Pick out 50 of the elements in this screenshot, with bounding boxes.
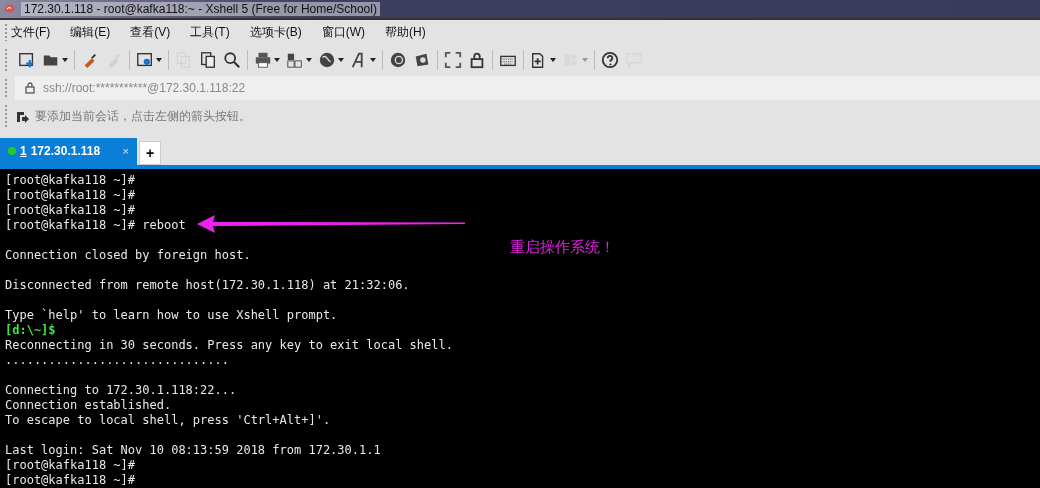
- caret-icon: [306, 58, 312, 63]
- tab-label: 172.30.1.118: [30, 144, 101, 159]
- menu-item[interactable]: 窗口(W): [321, 24, 365, 42]
- terminal-line: Type `help' to learn how to use Xshell prompt.: [5, 308, 338, 323]
- caret-icon: [62, 58, 68, 63]
- lock-icon: [25, 81, 35, 94]
- caret-icon: [338, 58, 344, 63]
- terminal-line: To escape to local shell, press 'Ctrl+Alt+]'.: [5, 413, 331, 428]
- terminal-line: Connection closed by foreign host.: [5, 248, 251, 263]
- terminal-line: [root@kafka118 ~]#: [5, 473, 136, 488]
- local-prompt: [d:\~]$: [5, 323, 56, 338]
- new-icon: [18, 51, 36, 70]
- print-icon: [254, 51, 272, 70]
- find-icon: [223, 51, 241, 70]
- shell-logo-icon: [3, 2, 16, 16]
- globe-icon: [318, 51, 336, 70]
- terminal-line: Connecting to 172.30.1.118:22...: [5, 383, 237, 398]
- terminal-line: Disconnected from remote host(172.30.1.118) at 21:32:06.: [5, 278, 410, 293]
- menu-item[interactable]: 查看(V): [130, 24, 171, 42]
- caret-icon: [550, 58, 556, 63]
- terminal-line: [root@kafka118 ~]#: [5, 203, 136, 218]
- lock-icon: [468, 51, 486, 70]
- new-tab-button[interactable]: +: [139, 141, 161, 165]
- caret-icon: [370, 58, 376, 63]
- terminal-line: Last login: Sat Nov 10 08:13:59 2018 from 172.30.1.1: [5, 443, 381, 458]
- terminal-line: [root@kafka118 ~]#: [5, 458, 136, 473]
- terminal-line: [root@kafka118 ~]# reboot: [5, 218, 186, 233]
- menu-item[interactable]: 文件(F): [11, 24, 51, 42]
- caret-icon: [156, 58, 162, 63]
- terminal-line: Reconnecting in 30 seconds. Press any key to exit local shell.: [5, 338, 453, 353]
- caret-icon: [274, 58, 280, 63]
- annotation-text: 重启操作系统！: [510, 238, 615, 257]
- hint-text: 要添加当前会话，点击左侧的箭头按钮。: [35, 108, 251, 126]
- transfer-icon: [286, 51, 304, 70]
- menu-item[interactable]: 工具(T): [190, 24, 230, 42]
- help-icon: [601, 51, 619, 70]
- session-tab[interactable]: 1 172.30.1.118 ×: [0, 138, 137, 165]
- caret-icon: [582, 58, 588, 63]
- terminal-line: ...............................: [5, 353, 229, 368]
- terminal-line: [root@kafka118 ~]#: [5, 173, 136, 188]
- window-title: 172.30.1.118 - root@kafka118:~ - Xshell 5 (Free for Home/School): [21, 1, 380, 16]
- tab-number: 1: [20, 144, 27, 159]
- paste-icon: [199, 51, 217, 70]
- terminal-line: Connection established.: [5, 398, 172, 413]
- menu-item[interactable]: 帮助(H): [385, 24, 426, 42]
- menu-item[interactable]: 选项卡(B): [249, 24, 302, 42]
- fullscreen-icon: [444, 51, 462, 70]
- add-session-arrow-icon[interactable]: [15, 109, 29, 124]
- menu-item[interactable]: 编辑(E): [70, 24, 111, 42]
- terminal-line: [root@kafka118 ~]#: [5, 188, 136, 203]
